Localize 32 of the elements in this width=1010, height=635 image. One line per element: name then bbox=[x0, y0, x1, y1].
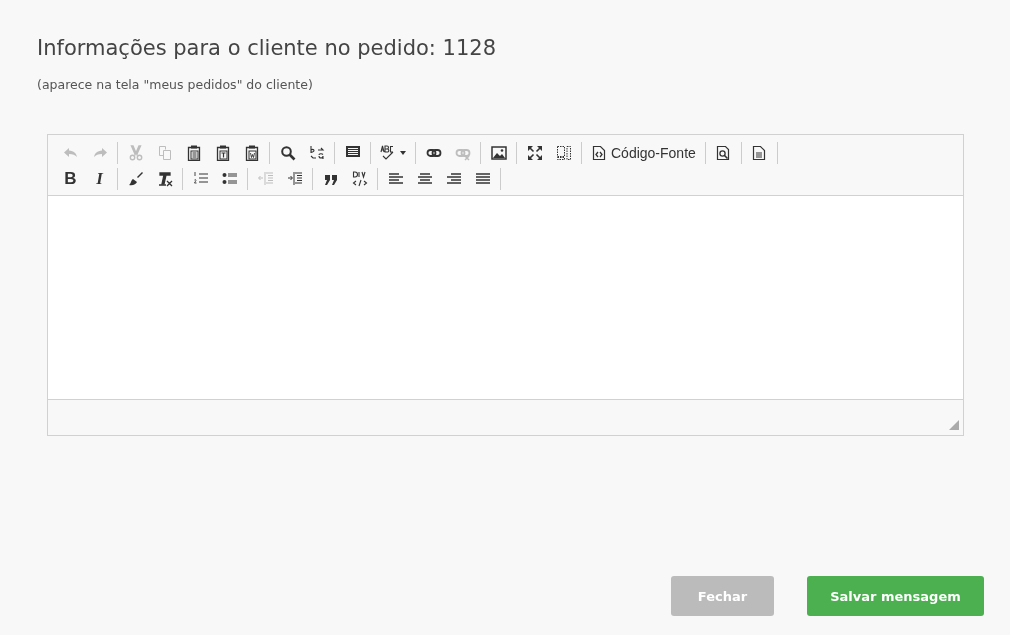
scissors-icon bbox=[127, 145, 144, 161]
blocks-icon bbox=[555, 145, 572, 161]
outdent-icon bbox=[257, 171, 274, 187]
align-center-icon bbox=[416, 171, 433, 187]
bold-button[interactable]: B bbox=[56, 165, 85, 193]
document-icon bbox=[751, 145, 768, 161]
clipboard-text-icon bbox=[214, 145, 231, 161]
remove-format-icon bbox=[156, 171, 173, 187]
replace-icon bbox=[308, 145, 325, 161]
italic-button[interactable]: I bbox=[85, 165, 114, 193]
align-justify-icon bbox=[474, 171, 491, 187]
maximize-icon bbox=[526, 145, 543, 161]
bulleted-list-icon bbox=[221, 171, 238, 187]
dropdown-caret-icon bbox=[400, 151, 406, 155]
numbered-list-icon bbox=[192, 171, 209, 187]
clipboard-word-icon bbox=[243, 145, 260, 161]
preview-icon bbox=[715, 145, 732, 161]
source-code-icon bbox=[591, 145, 607, 161]
align-right-icon bbox=[445, 171, 462, 187]
clipboard-icon bbox=[185, 145, 202, 161]
resize-handle-icon[interactable] bbox=[949, 420, 959, 430]
source-button[interactable]: Código-Fonte bbox=[585, 139, 702, 167]
copy-icon bbox=[156, 145, 173, 161]
indent-icon bbox=[286, 171, 303, 187]
align-left-icon bbox=[387, 171, 404, 187]
page-subtitle: (aparece na tela "meus pedidos" do cliente) bbox=[37, 77, 314, 92]
spellcheck-icon bbox=[380, 145, 396, 161]
div-container-icon bbox=[351, 171, 368, 187]
page-title: Informações para o cliente no pedido: 1128 bbox=[37, 36, 498, 60]
brush-icon bbox=[127, 171, 144, 187]
image-icon bbox=[490, 145, 507, 161]
search-icon bbox=[279, 145, 296, 161]
